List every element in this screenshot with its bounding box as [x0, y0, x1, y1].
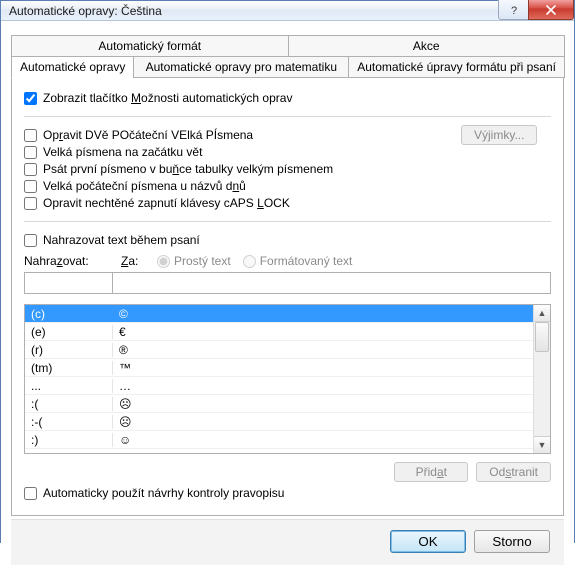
radio-plain-text-input — [157, 255, 170, 268]
check-two-initial-caps-box[interactable] — [24, 129, 37, 142]
replace-to-cell: € — [113, 325, 533, 339]
replacement-list[interactable]: (c)©(e)€(r)®(tm)™...…:(☹:-(☹:)☺ ▲ ▼ — [24, 304, 551, 454]
separator-2 — [24, 221, 551, 222]
replace-to-cell: ☹ — [113, 397, 533, 411]
dialog-footer: OK Storno — [11, 519, 564, 565]
replace-from-cell: (c) — [25, 307, 113, 321]
window-title: Automatické opravy: Čeština — [9, 4, 498, 18]
scroll-track[interactable] — [534, 322, 550, 436]
check-two-initial-caps-label: Opravit DVě POčáteční VElká PÍsmena — [43, 128, 253, 142]
check-day-names-caps-box[interactable] — [24, 180, 37, 193]
check-spellcheck-suggestions-box[interactable] — [24, 487, 37, 500]
cancel-button[interactable]: Storno — [474, 530, 550, 553]
radio-formatted-text: Formátovaný text — [243, 254, 353, 268]
ok-button[interactable]: OK — [390, 530, 466, 553]
replace-to-cell: ☹ — [113, 415, 533, 429]
replace-input[interactable] — [24, 272, 112, 294]
check-capslock-box[interactable] — [24, 197, 37, 210]
help-button[interactable]: ? — [498, 0, 528, 20]
separator — [24, 116, 551, 117]
radio-formatted-text-label: Formátovaný text — [260, 254, 353, 268]
check-sentence-caps-label: Velká písmena na začátku vět — [43, 145, 202, 159]
replace-header-row: Nahrazovat: Za: Prostý text Formátovaný … — [24, 254, 551, 268]
check-sentence-caps[interactable]: Velká písmena na začátku vět — [24, 145, 461, 159]
replace-from-cell: (tm) — [25, 361, 113, 375]
check-capslock-label: Opravit nechtěné zapnutí klávesy cAPS LO… — [43, 196, 290, 210]
table-row[interactable]: :(☹ — [25, 395, 533, 413]
window-buttons: ? — [498, 1, 574, 20]
replace-from-cell: :( — [25, 397, 113, 411]
replace-to-cell: ☺ — [113, 433, 533, 447]
check-replace-while-typing-label: Nahrazovat text během psaní — [43, 233, 200, 247]
table-row[interactable]: (r)® — [25, 341, 533, 359]
table-row[interactable]: (c)© — [25, 305, 533, 323]
check-replace-while-typing-box[interactable] — [24, 234, 37, 247]
with-input[interactable] — [112, 272, 551, 294]
table-row[interactable]: (e)€ — [25, 323, 533, 341]
replace-from-cell: (e) — [25, 325, 113, 339]
check-table-cell-caps-box[interactable] — [24, 163, 37, 176]
tab-auto-format[interactable]: Automatický formát — [11, 35, 289, 57]
check-table-cell-caps-label: Psát první písmeno v buňce tabulky velký… — [43, 162, 333, 176]
replace-from-cell: :-( — [25, 415, 113, 429]
radio-formatted-text-input — [243, 255, 256, 268]
check-table-cell-caps[interactable]: Psát první písmeno v buňce tabulky velký… — [24, 162, 461, 176]
replace-from-cell: ... — [25, 379, 113, 393]
tab-row-top: Automatický formát Akce — [11, 35, 564, 57]
scroll-down-icon[interactable]: ▼ — [534, 436, 550, 453]
replace-from-cell: :) — [25, 433, 113, 447]
replace-inputs — [24, 272, 551, 294]
replace-to-cell: © — [113, 307, 533, 321]
tab-actions[interactable]: Akce — [288, 35, 566, 57]
tab-panel-autocorrect: Zobrazit tlačítko Možnosti automatických… — [11, 78, 564, 516]
check-sentence-caps-box[interactable] — [24, 146, 37, 159]
table-row[interactable]: :-(☹ — [25, 413, 533, 431]
radio-plain-text-label: Prostý text — [174, 254, 231, 268]
tab-row-bottom: Automatické opravy Automatické opravy pr… — [11, 56, 564, 78]
replace-to-cell: … — [113, 379, 533, 393]
list-action-row: Přidat Odstranit — [24, 462, 551, 482]
tab-autocorrect[interactable]: Automatické opravy — [11, 56, 134, 78]
tab-autoformat-typing[interactable]: Automatické úpravy formátu při psaní — [348, 56, 565, 78]
scrollbar[interactable]: ▲ ▼ — [533, 305, 550, 453]
check-show-options-button-box[interactable] — [24, 92, 37, 105]
title-bar: Automatické opravy: Čeština ? — [1, 1, 574, 21]
check-day-names-caps[interactable]: Velká počáteční písmena u názvů dnů — [24, 179, 461, 193]
check-replace-while-typing[interactable]: Nahrazovat text během psaní — [24, 233, 551, 247]
check-two-initial-caps[interactable]: Opravit DVě POčáteční VElká PÍsmena — [24, 128, 461, 142]
check-spellcheck-suggestions[interactable]: Automaticky použít návrhy kontroly pravo… — [24, 486, 551, 500]
replace-to-cell: ® — [113, 343, 533, 357]
tab-control: Automatický formát Akce Automatické opra… — [11, 35, 564, 517]
svg-text:?: ? — [511, 5, 517, 15]
radio-plain-text: Prostý text — [157, 254, 231, 268]
replace-from-cell: (r) — [25, 343, 113, 357]
scroll-up-icon[interactable]: ▲ — [534, 305, 550, 322]
add-button[interactable]: Přidat — [394, 462, 468, 482]
caps-options-row: Opravit DVě POčáteční VElká PÍsmena Velk… — [24, 125, 551, 213]
dialog-body: Automatický formát Akce Automatické opra… — [1, 21, 574, 565]
check-day-names-caps-label: Velká počáteční písmena u názvů dnů — [43, 179, 246, 193]
tab-math-autocorrect[interactable]: Automatické opravy pro matematiku — [133, 56, 349, 78]
delete-button[interactable]: Odstranit — [476, 462, 551, 482]
table-row[interactable]: :)☺ — [25, 431, 533, 449]
close-button[interactable] — [528, 0, 574, 20]
replace-to-cell: ™ — [113, 361, 533, 375]
replace-label: Nahrazovat: — [24, 254, 109, 268]
exceptions-button[interactable]: Výjimky... — [461, 125, 537, 145]
table-row[interactable]: ...… — [25, 377, 533, 395]
replacement-list-body[interactable]: (c)©(e)€(r)®(tm)™...…:(☹:-(☹:)☺ — [25, 305, 533, 453]
check-show-options-button[interactable]: Zobrazit tlačítko Možnosti automatických… — [24, 91, 551, 105]
check-spellcheck-suggestions-label: Automaticky použít návrhy kontroly pravo… — [43, 486, 284, 500]
table-row[interactable]: (tm)™ — [25, 359, 533, 377]
check-capslock[interactable]: Opravit nechtěné zapnutí klávesy cAPS LO… — [24, 196, 461, 210]
scroll-thumb[interactable] — [535, 322, 549, 352]
with-label: Za: — [121, 254, 145, 268]
check-show-options-button-label: Zobrazit tlačítko Možnosti automatických… — [43, 91, 292, 105]
